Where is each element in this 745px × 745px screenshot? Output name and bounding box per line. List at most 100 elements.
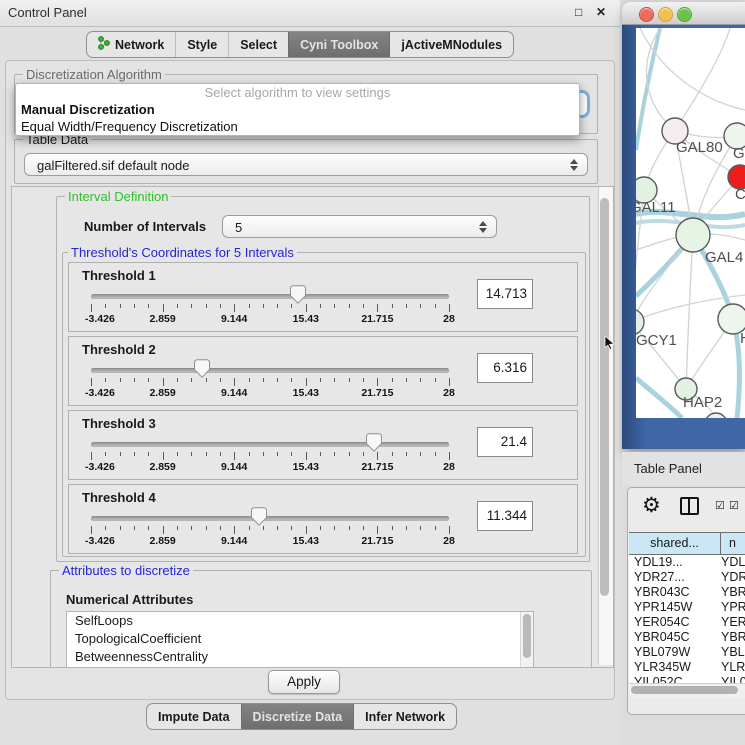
dropdown-option-equal-width-frequency-discretization[interactable]: Equal Width/Frequency Discretization: [16, 118, 579, 135]
threshold-label: Threshold 4: [82, 490, 156, 505]
table-data-group: Table Data galFiltered.sif default node: [14, 139, 598, 184]
cell-name[interactable]: YER0: [721, 615, 745, 630]
table-data-combobox[interactable]: galFiltered.sif default node: [24, 153, 588, 176]
cell-shared-name[interactable]: YBL079W: [629, 645, 721, 660]
tab-label: Network: [115, 38, 164, 52]
horizontal-scrollbar-thumb[interactable]: [631, 686, 738, 694]
threshold-value-field[interactable]: 21.4: [477, 427, 533, 457]
tab-cyni-toolbox[interactable]: Cyni Toolbox: [288, 32, 389, 57]
network-window-titlebar[interactable]: [622, 2, 745, 25]
group-title: Discretization Algorithm: [23, 67, 165, 82]
node-label-hap2: HAP2: [683, 394, 722, 411]
float-window-icon[interactable]: □: [575, 5, 582, 19]
cell-name[interactable]: YLR3: [721, 660, 745, 675]
cell-shared-name[interactable]: YBR043C: [629, 585, 721, 600]
table-body[interactable]: YDL19...YDL1YDR27...YDR2YBR043CYBR0YPR14…: [629, 555, 745, 683]
network-node-gal4[interactable]: [676, 218, 710, 252]
threshold-panel-3: Threshold 3-3.4262.8599.14415.4321.71528…: [68, 410, 578, 480]
table-row[interactable]: YPR145WYPR1: [629, 600, 745, 615]
attribute-item-selfloops[interactable]: SelfLoops: [67, 612, 533, 630]
threshold-value-field[interactable]: 11.344: [477, 501, 533, 531]
tab-infer-network[interactable]: Infer Network: [353, 704, 456, 729]
cell-name[interactable]: YPR1: [721, 600, 745, 615]
tab-select[interactable]: Select: [228, 32, 288, 57]
table-row[interactable]: YER054CYER0: [629, 615, 745, 630]
table-header-row: shared... n: [629, 532, 745, 555]
cell-name[interactable]: YIL0: [721, 675, 745, 683]
cell-shared-name[interactable]: YER054C: [629, 615, 721, 630]
node-label-gcy1: GCY1: [636, 332, 677, 349]
slider-track[interactable]: [91, 516, 449, 521]
table-row[interactable]: YBR045CYBR0: [629, 630, 745, 645]
mac-minimize-icon[interactable]: [658, 7, 673, 22]
checkbox-icon[interactable]: ☑: [729, 499, 739, 512]
tab-network[interactable]: Network: [87, 32, 175, 57]
slider-track[interactable]: [91, 442, 449, 447]
column-header-shared-name[interactable]: shared...: [629, 533, 721, 554]
apply-button[interactable]: Apply: [268, 670, 340, 694]
column-header-name[interactable]: n: [721, 533, 745, 554]
tab-impute-data[interactable]: Impute Data: [147, 704, 241, 729]
close-window-icon[interactable]: ✕: [596, 5, 606, 19]
tab-discretize-data[interactable]: Discretize Data: [241, 704, 354, 729]
threshold-panel-2: Threshold 2-3.4262.8599.14415.4321.71528…: [68, 336, 578, 406]
network-canvas[interactable]: GAL80GCGAL11GAL4GCY1HHAP2: [636, 28, 745, 418]
network-node[interactable]: [705, 413, 727, 418]
algorithm-dropdown-popup: Select algorithm to view settings Manual…: [15, 83, 580, 136]
threshold-label: Threshold 2: [82, 342, 156, 357]
cell-name[interactable]: YDR2: [721, 570, 745, 585]
numerical-attributes-list[interactable]: SelfLoopsTopologicalCoefficientBetweenne…: [66, 611, 534, 668]
slider-thumb[interactable]: [194, 359, 210, 378]
table-row[interactable]: YDL19...YDL1: [629, 555, 745, 570]
gear-icon[interactable]: ⚙: [642, 491, 661, 521]
dropdown-placeholder: Select algorithm to view settings: [16, 84, 579, 101]
control-panel: Control Panel □ ✕ NetworkStyleSelectCyni…: [0, 0, 620, 745]
vertical-scrollbar-thumb[interactable]: [600, 198, 609, 596]
attribute-item-betweennesscentrality[interactable]: BetweennessCentrality: [67, 648, 533, 666]
cell-name[interactable]: YBR0: [721, 585, 745, 600]
slider-ticks: [91, 304, 449, 312]
checkbox-icon[interactable]: ☑: [715, 499, 725, 512]
tab-style[interactable]: Style: [175, 32, 228, 57]
table-row[interactable]: YLR345WYLR3: [629, 660, 745, 675]
cell-name[interactable]: YDL1: [721, 555, 745, 570]
cell-name[interactable]: YBL0: [721, 645, 745, 660]
dropdown-option-manual-discretization[interactable]: Manual Discretization: [16, 101, 579, 118]
slider-thumb[interactable]: [366, 433, 382, 452]
number-of-intervals-value: 5: [235, 220, 242, 235]
slider-thumb[interactable]: [290, 285, 306, 304]
cell-shared-name[interactable]: YLR345W: [629, 660, 721, 675]
network-icon: [98, 36, 110, 53]
tab-label: Style: [187, 38, 217, 52]
cell-shared-name[interactable]: YIL052C: [629, 675, 721, 683]
numerical-attributes-heading: Numerical Attributes: [66, 592, 193, 607]
table-row[interactable]: YIL052CYIL0: [629, 675, 745, 683]
table-row[interactable]: YBR043CYBR0: [629, 585, 745, 600]
cell-shared-name[interactable]: YPR145W: [629, 600, 721, 615]
cell-name[interactable]: YBR0: [721, 630, 745, 645]
split-view-icon[interactable]: [680, 497, 699, 515]
cell-shared-name[interactable]: YDR27...: [629, 570, 721, 585]
mac-zoom-icon[interactable]: [677, 7, 692, 22]
cell-shared-name[interactable]: YDL19...: [629, 555, 721, 570]
number-of-intervals-label: Number of Intervals: [84, 219, 206, 234]
slider-track[interactable]: [91, 368, 449, 373]
slider-track[interactable]: [91, 294, 449, 299]
number-of-intervals-combobox[interactable]: 5: [222, 215, 497, 238]
list-scrollbar-thumb[interactable]: [523, 614, 531, 658]
mac-close-icon[interactable]: [639, 7, 654, 22]
horizontal-scrollbar[interactable]: [629, 683, 745, 697]
table-row[interactable]: YDR27...YDR2: [629, 570, 745, 585]
tab-label: Infer Network: [365, 710, 445, 724]
attribute-item-topologicalcoefficient[interactable]: TopologicalCoefficient: [67, 630, 533, 648]
threshold-value-field[interactable]: 14.713: [477, 279, 533, 309]
threshold-label: Threshold 1: [82, 268, 156, 283]
cell-shared-name[interactable]: YBR045C: [629, 630, 721, 645]
combo-spinner-icon: [570, 159, 578, 171]
slider-thumb[interactable]: [251, 507, 267, 526]
table-row[interactable]: YBL079WYBL0: [629, 645, 745, 660]
threshold-value-field[interactable]: 6.316: [477, 353, 533, 383]
list-scrollbar[interactable]: [520, 612, 533, 667]
tab-jactivemnodules[interactable]: jActiveMNodules: [389, 32, 513, 57]
control-panel-tabbar: Network Style SelectCyni ToolboxjActiveMNo…: [86, 31, 514, 58]
